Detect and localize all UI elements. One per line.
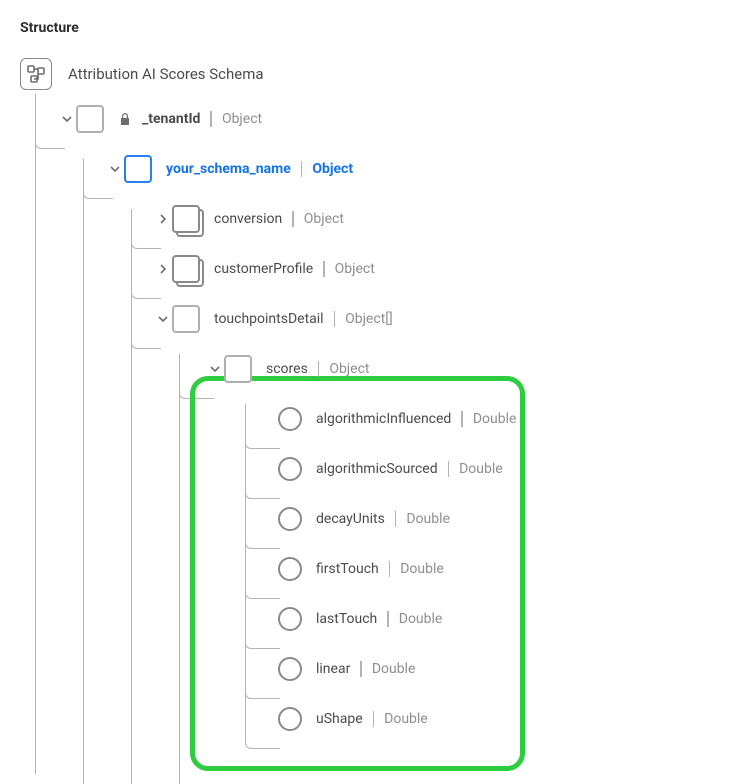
field-type: Object [222,111,262,127]
field-name: _tenantId [142,111,200,127]
field-type: Object [335,261,375,277]
field-type: Double [406,511,450,527]
chevron-down-icon[interactable] [58,114,76,124]
field-name: decayUnits [316,511,385,527]
node-leaf-icon [278,457,302,481]
tree-leaf[interactable]: linear Double [20,644,732,694]
tree-leaf[interactable]: algorithmicSourced Double [20,444,732,494]
field-name: uShape [316,711,363,727]
tree-leaf[interactable]: decayUnits Double [20,494,732,544]
field-type: Object [304,211,344,227]
node-object-icon [224,355,252,383]
node-leaf-icon [278,407,302,431]
tree-node-scores[interactable]: scores Object [20,344,732,394]
chevron-right-icon[interactable] [154,264,172,274]
field-name: scores [266,361,308,377]
node-object-icon [172,305,200,333]
node-object-icon [124,155,152,183]
field-name: touchpointsDetail [214,311,324,327]
tree-node-tenant[interactable]: _tenantId Object [20,94,732,144]
field-type: Object[] [345,311,393,327]
node-object-stack-icon [172,255,200,283]
field-type: Double [399,611,443,627]
field-name: algorithmicInfluenced [316,411,451,427]
field-name: conversion [214,211,282,227]
field-type: Object [329,361,369,377]
tree-root-row[interactable]: Attribution AI Scores Schema [20,54,732,94]
chevron-down-icon[interactable] [154,314,172,324]
node-leaf-icon [278,657,302,681]
field-type: Double [372,661,416,677]
node-leaf-icon [278,707,302,731]
tree-leaf[interactable]: lastTouch Double [20,594,732,644]
field-name: firstTouch [316,561,379,577]
chevron-down-icon[interactable] [206,364,224,374]
chevron-right-icon[interactable] [154,214,172,224]
node-leaf-icon [278,507,302,531]
tree-node-conversion[interactable]: conversion Object [20,194,732,244]
field-type: Double [400,561,444,577]
root-title: Attribution AI Scores Schema [68,65,264,83]
lock-icon [118,112,132,126]
field-type: Double [459,461,503,477]
field-name: linear [316,661,350,677]
tree-leaf[interactable]: algorithmicInfluenced Double [20,394,732,444]
field-type: Object [312,161,353,177]
field-name: algorithmicSourced [316,461,438,477]
tree-leaf[interactable]: uShape Double [20,694,732,744]
tree-node-customerprofile[interactable]: customerProfile Object [20,244,732,294]
schema-root-icon [20,58,52,90]
field-name: customerProfile [214,261,313,277]
node-object-icon [76,105,104,133]
tree-leaf[interactable]: firstTouch Double [20,544,732,594]
chevron-down-icon[interactable] [106,164,124,174]
node-object-stack-icon [172,205,200,233]
field-name: lastTouch [316,611,377,627]
schema-tree: Attribution AI Scores Schema _tenantId O… [20,54,732,744]
node-leaf-icon [278,557,302,581]
tree-node-schema[interactable]: your_schema_name Object [20,144,732,194]
tree-node-touchpointsdetail[interactable]: touchpointsDetail Object[] [20,294,732,344]
field-type: Double [473,411,517,427]
node-leaf-icon [278,607,302,631]
field-name: your_schema_name [166,161,291,177]
field-type: Double [384,711,428,727]
panel-title: Structure [20,20,732,36]
